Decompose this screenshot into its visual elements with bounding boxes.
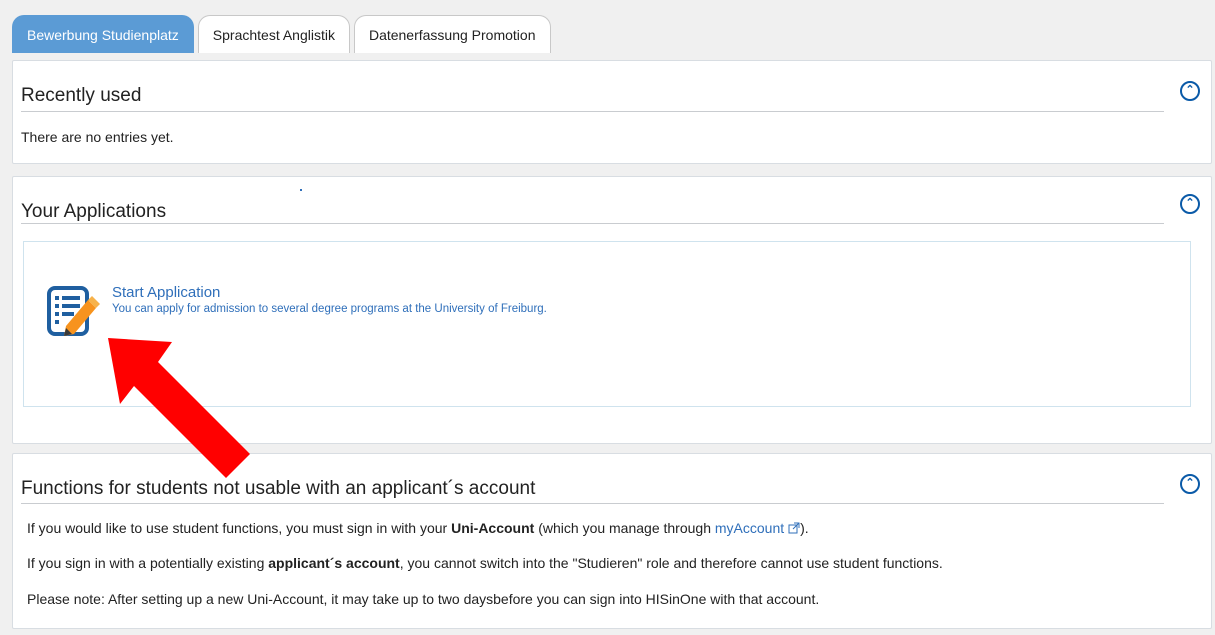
panel-title: Functions for students not usable with a… bbox=[21, 478, 536, 499]
text: (which you manage through bbox=[534, 520, 715, 536]
stray-dot bbox=[300, 189, 302, 191]
info-line-applicant-account: If you sign in with a potentially existi… bbox=[27, 555, 943, 571]
collapse-icon[interactable]: ⌃ bbox=[1180, 194, 1200, 214]
panel-title: Recently used bbox=[21, 85, 142, 106]
external-link-icon[interactable] bbox=[788, 522, 800, 534]
text: ). bbox=[800, 520, 809, 536]
functions-panel: Functions for students not usable with a… bbox=[12, 453, 1212, 629]
collapse-icon[interactable]: ⌃ bbox=[1180, 474, 1200, 494]
text: If you would like to use student functio… bbox=[27, 520, 452, 536]
bold-text: applicant´s account bbox=[268, 555, 400, 571]
tab-bewerbung-studienplatz[interactable]: Bewerbung Studienplatz bbox=[12, 15, 194, 53]
bold-text: Uni-Account bbox=[451, 520, 535, 536]
collapse-icon[interactable]: ⌃ bbox=[1180, 81, 1200, 101]
empty-message: There are no entries yet. bbox=[21, 129, 174, 145]
start-application-description: You can apply for admission to several d… bbox=[112, 303, 547, 315]
myaccount-link[interactable]: myAccount bbox=[715, 520, 784, 536]
text: , you cannot switch into the "Studieren"… bbox=[399, 555, 943, 571]
page: Bewerbung Studienplatz Sprachtest Anglis… bbox=[0, 0, 1215, 635]
tab-sprachtest-anglistik[interactable]: Sprachtest Anglistik bbox=[197, 15, 350, 53]
application-box: Start Application You can apply for admi… bbox=[23, 241, 1191, 407]
form-edit-icon[interactable] bbox=[46, 282, 100, 340]
start-application-link[interactable]: Start Application bbox=[112, 284, 220, 301]
recently-used-panel: Recently used ⌃ There are no entries yet… bbox=[12, 60, 1212, 164]
text: If you sign in with a potentially existi… bbox=[27, 555, 269, 571]
divider bbox=[21, 503, 1164, 504]
info-line-uni-account: If you would like to use student functio… bbox=[27, 520, 809, 536]
tab-bar: Bewerbung Studienplatz Sprachtest Anglis… bbox=[12, 15, 551, 53]
applications-panel: Your Applications ⌃ Start Application Yo… bbox=[12, 176, 1212, 444]
divider bbox=[21, 111, 1164, 112]
divider bbox=[21, 223, 1164, 224]
panel-title: Your Applications bbox=[21, 201, 167, 222]
info-line-note: Please note: After setting up a new Uni-… bbox=[27, 591, 820, 607]
tab-datenerfassung-promotion[interactable]: Datenerfassung Promotion bbox=[353, 15, 551, 53]
